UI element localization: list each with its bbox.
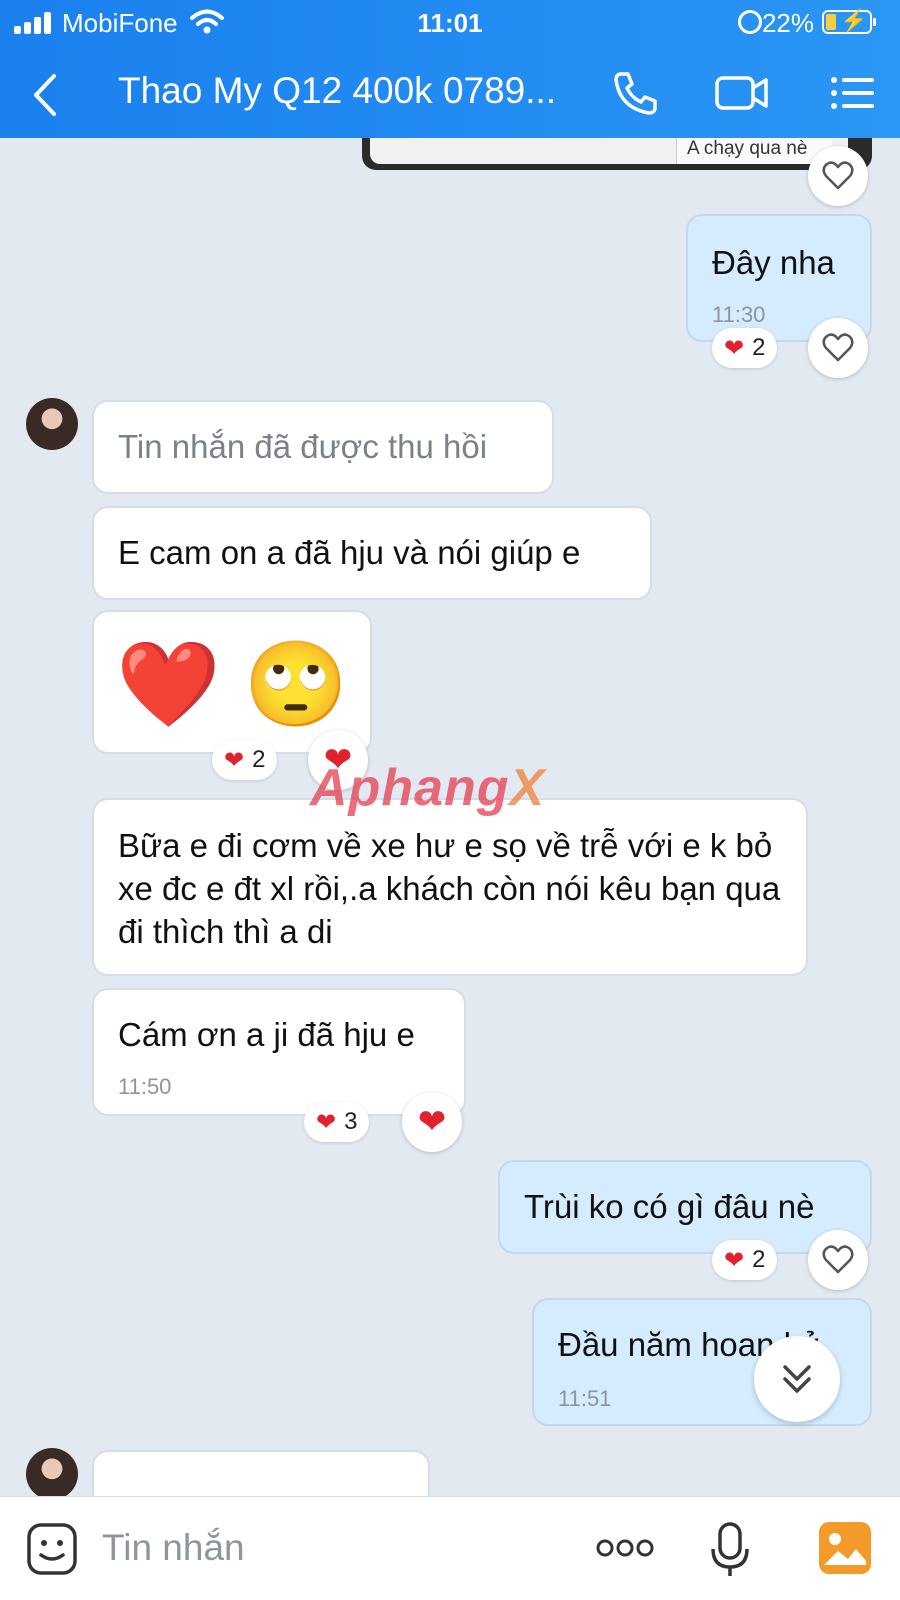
top-bar: MobiFone 11:01 22% ⚡ Thao My Q12 400k 07…: [0, 0, 900, 138]
rotation-lock-icon: [738, 10, 762, 34]
chevron-double-down-icon: [783, 1365, 811, 1393]
message-list[interactable]: A chạy qua nè Đây nha 11:30 ❤ 2 Tin nhắn …: [0, 138, 900, 1496]
chat-title[interactable]: Thao My Q12 400k 0789...: [118, 70, 588, 112]
reaction-count-value: 2: [752, 334, 766, 361]
watermark: AphangX: [310, 758, 545, 818]
message-time: 11:51: [558, 1386, 612, 1411]
battery-percent: 22%: [761, 8, 814, 38]
react-heart-button[interactable]: [808, 146, 868, 206]
reaction-count[interactable]: ❤ 2: [212, 740, 278, 780]
react-heart-button[interactable]: [808, 318, 868, 378]
incoming-message[interactable]: Cám ơn a ji đã hju e 11:50: [92, 988, 466, 1116]
status-bar: MobiFone 11:01 22% ⚡: [0, 0, 900, 46]
menu-list-icon[interactable]: [828, 68, 878, 118]
image-gallery-icon[interactable]: [818, 1521, 872, 1575]
recalled-message[interactable]: Tin nhắn đã được thu hồi: [92, 400, 554, 494]
back-button[interactable]: [30, 70, 60, 120]
sticker-icon[interactable]: [26, 1521, 78, 1577]
heart-icon: ❤: [724, 1246, 745, 1274]
microphone-icon[interactable]: [710, 1521, 750, 1579]
heart-icon: ❤: [316, 1108, 337, 1136]
message-text: E cam on a đã hju và nói giúp e: [118, 534, 581, 571]
incoming-message[interactable]: E cam on a đã hju và nói giúp e: [92, 506, 652, 600]
message-input[interactable]: Tin nhắn: [102, 1527, 245, 1569]
message-time: 11:30: [712, 302, 766, 327]
reaction-count-value: 2: [252, 746, 266, 773]
react-heart-button[interactable]: ❤: [402, 1092, 462, 1152]
reaction-count-value: 3: [344, 1108, 358, 1135]
message-text: Bữa e đi cơm về xe hư e sọ về trễ với e …: [118, 827, 781, 950]
image-caption: A chạy qua nè: [676, 138, 832, 164]
watermark-text-b: X: [509, 759, 546, 817]
emoji-content: ❤️ 🙄: [116, 637, 349, 731]
more-options-icon[interactable]: [596, 1537, 654, 1559]
heart-outline-icon: [822, 1245, 854, 1274]
reaction-count[interactable]: ❤ 3: [304, 1102, 370, 1142]
message-text: Tin nhắn đã được thu hồi: [118, 428, 488, 465]
message-text: Trùi ko có gì đâu nè: [524, 1188, 815, 1225]
image-message[interactable]: A chạy qua nè: [362, 138, 872, 170]
avatar[interactable]: [26, 1448, 78, 1496]
chat-header: Thao My Q12 400k 0789...: [0, 50, 900, 138]
incoming-message[interactable]: Bữa e đi cơm về xe hư e sọ về trễ với e …: [92, 798, 808, 976]
heart-outline-icon: [822, 161, 854, 190]
scroll-to-bottom-button[interactable]: [754, 1336, 840, 1422]
message-text: Đây nha: [712, 244, 835, 281]
battery-icon: ⚡: [822, 8, 876, 34]
reaction-count-value: 2: [752, 1246, 766, 1273]
react-heart-button[interactable]: [808, 1230, 868, 1290]
reaction-count[interactable]: ❤ 2: [712, 1240, 778, 1280]
composer-bar: Tin nhắn: [0, 1496, 900, 1600]
heart-icon: ❤: [224, 746, 245, 774]
heart-filled-icon: ❤: [417, 1103, 447, 1141]
avatar[interactable]: [26, 398, 78, 450]
heart-icon: ❤: [724, 334, 745, 362]
video-call-icon[interactable]: [714, 68, 770, 118]
phone-call-icon[interactable]: [610, 68, 660, 118]
reaction-count[interactable]: ❤ 2: [712, 328, 778, 368]
watermark-text-a: Aphang: [310, 759, 510, 817]
message-time: 11:50: [118, 1074, 172, 1099]
incoming-message[interactable]: [92, 1450, 430, 1496]
heart-outline-icon: [822, 333, 854, 362]
message-text: Cám ơn a ji đã hju e: [118, 1016, 415, 1053]
